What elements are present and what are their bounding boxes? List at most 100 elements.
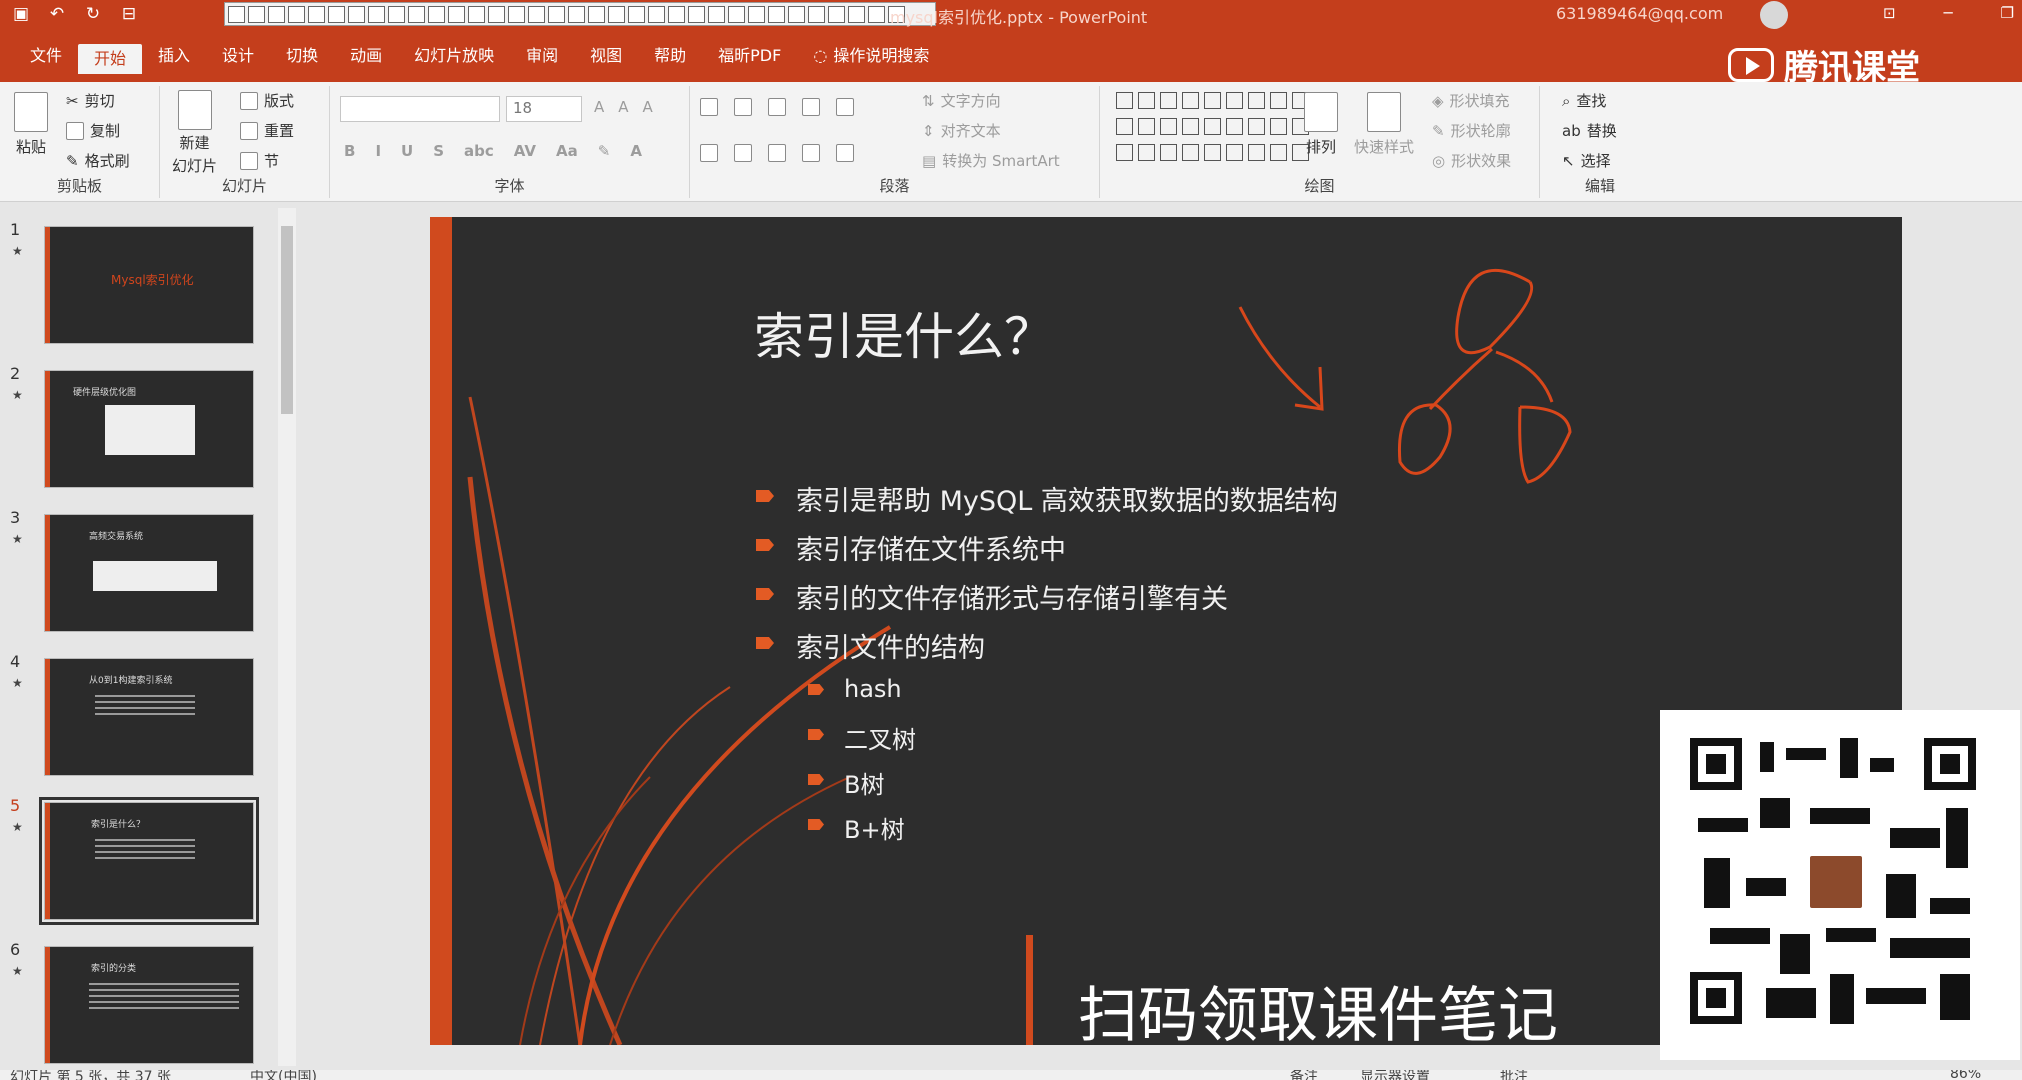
- shrink-font-icon[interactable]: A: [618, 98, 628, 116]
- shape-icon[interactable]: [1116, 118, 1133, 135]
- tool-icon[interactable]: [588, 5, 605, 23]
- tool-icon[interactable]: [708, 5, 725, 23]
- thumbnail-scrollbar[interactable]: [278, 208, 296, 1066]
- restore-icon[interactable]: ❐: [2001, 4, 2014, 22]
- text-direction-button[interactable]: ⇅ 文字方向: [922, 90, 1001, 111]
- avatar[interactable]: [1760, 1, 1788, 29]
- shape-icon[interactable]: [1138, 118, 1155, 135]
- minimize-icon[interactable]: ─: [1944, 4, 1953, 22]
- tool-icon[interactable]: [448, 5, 465, 23]
- align-left-icon[interactable]: [700, 144, 718, 162]
- shape-icon[interactable]: [1182, 92, 1199, 109]
- tool-icon[interactable]: [808, 5, 825, 23]
- align-right-icon[interactable]: [768, 144, 786, 162]
- underline-icon[interactable]: U: [401, 142, 413, 160]
- shape-icon[interactable]: [1160, 144, 1177, 161]
- zoom-level[interactable]: 86%: [1950, 1070, 1981, 1080]
- select-button[interactable]: ↖ 选择: [1562, 150, 1611, 171]
- shadow-icon[interactable]: S: [433, 142, 444, 160]
- tool-icon[interactable]: [228, 5, 245, 23]
- paste-button[interactable]: 粘贴: [14, 92, 48, 157]
- tab-home[interactable]: 开始: [78, 44, 143, 74]
- strikethrough-icon[interactable]: abc: [464, 142, 494, 160]
- arrange-button[interactable]: 排列: [1304, 92, 1338, 157]
- shapes-gallery[interactable]: [1116, 92, 1309, 166]
- shape-icon[interactable]: [1116, 92, 1133, 109]
- notes-button[interactable]: 备注: [1290, 1070, 1318, 1080]
- shape-icon[interactable]: [1248, 92, 1265, 109]
- tool-icon[interactable]: [868, 5, 885, 23]
- tab-view[interactable]: 视图: [574, 30, 638, 82]
- tool-icon[interactable]: [648, 5, 665, 23]
- shape-icon[interactable]: [1270, 118, 1287, 135]
- shape-fill-button[interactable]: ◈ 形状填充: [1432, 90, 1510, 111]
- bullet-list[interactable]: 索引是帮助 MySQL 高效获取数据的数据结构 索引存储在文件系统中 索引的文件…: [756, 479, 1338, 855]
- line-spacing-icon[interactable]: [836, 98, 854, 116]
- comments-button[interactable]: 批注: [1500, 1070, 1528, 1080]
- shape-icon[interactable]: [1204, 92, 1221, 109]
- slide-title[interactable]: 索引是什么？: [754, 297, 1054, 369]
- tool-icon[interactable]: [428, 5, 445, 23]
- tool-icon[interactable]: [548, 5, 565, 23]
- bullets-icon[interactable]: [700, 98, 718, 116]
- tool-icon[interactable]: [768, 5, 785, 23]
- tell-me-search[interactable]: ◌ 操作说明搜索: [797, 30, 945, 82]
- tool-icon[interactable]: [488, 5, 505, 23]
- tool-icon[interactable]: [288, 5, 305, 23]
- shape-icon[interactable]: [1116, 144, 1133, 161]
- tool-icon[interactable]: [528, 5, 545, 23]
- scrollbar-thumb[interactable]: [281, 226, 293, 414]
- tool-icon[interactable]: [368, 5, 385, 23]
- annotation-toolbar[interactable]: [224, 2, 936, 26]
- shape-icon[interactable]: [1226, 92, 1243, 109]
- case-icon[interactable]: Aa: [556, 142, 578, 160]
- tab-review[interactable]: 审阅: [510, 30, 574, 82]
- increase-indent-icon[interactable]: [802, 98, 820, 116]
- slide-thumbnail-preview[interactable]: 硬件层级优化图: [44, 370, 254, 488]
- tool-icon[interactable]: [728, 5, 745, 23]
- font-family-select[interactable]: [340, 96, 500, 122]
- tab-insert[interactable]: 插入: [142, 30, 206, 82]
- shape-icon[interactable]: [1226, 144, 1243, 161]
- replace-button[interactable]: ab 替换: [1562, 120, 1617, 141]
- shape-icon[interactable]: [1160, 92, 1177, 109]
- font-size-select[interactable]: 18: [506, 96, 582, 122]
- cut-button[interactable]: ✂ 剪切: [66, 90, 115, 111]
- clear-format-icon[interactable]: A: [643, 98, 653, 116]
- tool-icon[interactable]: [568, 5, 585, 23]
- shape-icon[interactable]: [1270, 92, 1287, 109]
- tool-icon[interactable]: [688, 5, 705, 23]
- tab-slideshow[interactable]: 幻灯片放映: [398, 30, 510, 82]
- decrease-indent-icon[interactable]: [768, 98, 786, 116]
- tab-design[interactable]: 设计: [206, 30, 270, 82]
- tool-icon[interactable]: [328, 5, 345, 23]
- tool-icon[interactable]: [388, 5, 405, 23]
- shape-icon[interactable]: [1226, 118, 1243, 135]
- slide-thumbnail-preview[interactable]: 索引的分类: [44, 946, 254, 1064]
- tool-icon[interactable]: [628, 5, 645, 23]
- undo-icon[interactable]: ↶: [46, 3, 68, 25]
- copy-button[interactable]: 复制: [66, 120, 120, 141]
- shape-icon[interactable]: [1160, 118, 1177, 135]
- layout-button[interactable]: 版式: [240, 90, 294, 111]
- tool-icon[interactable]: [788, 5, 805, 23]
- numbering-icon[interactable]: [734, 98, 752, 116]
- smartart-button[interactable]: ▤ 转换为 SmartArt: [922, 150, 1060, 171]
- tool-icon[interactable]: [848, 5, 865, 23]
- shape-icon[interactable]: [1182, 144, 1199, 161]
- tool-icon[interactable]: [508, 5, 525, 23]
- tab-help[interactable]: 帮助: [638, 30, 702, 82]
- format-painter-button[interactable]: ✎ 格式刷: [66, 150, 130, 171]
- tab-animations[interactable]: 动画: [334, 30, 398, 82]
- new-slide-button[interactable]: 新建 幻灯片: [172, 90, 217, 176]
- tool-icon[interactable]: [408, 5, 425, 23]
- columns-icon[interactable]: [836, 144, 854, 162]
- italic-icon[interactable]: I: [375, 142, 381, 160]
- shape-icon[interactable]: [1248, 118, 1265, 135]
- tool-icon[interactable]: [828, 5, 845, 23]
- bold-icon[interactable]: B: [344, 142, 355, 160]
- display-settings-button[interactable]: 显示器设置: [1360, 1070, 1430, 1080]
- tool-icon[interactable]: [348, 5, 365, 23]
- presenter-icon[interactable]: ⊟: [118, 3, 140, 25]
- tool-icon[interactable]: [668, 5, 685, 23]
